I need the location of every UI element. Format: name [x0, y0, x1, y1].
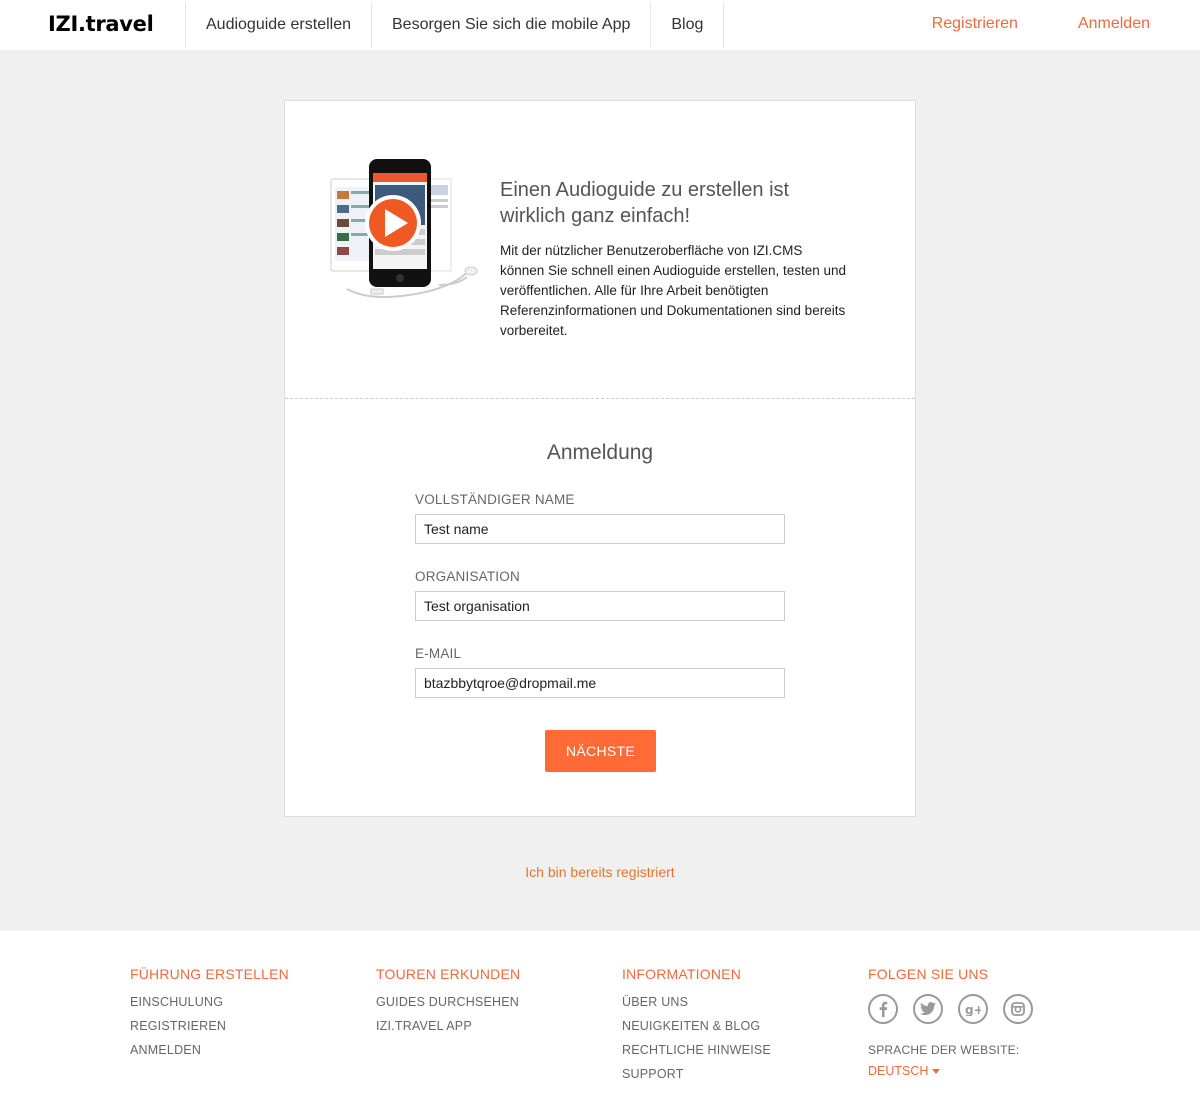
phone-with-play-icon [330, 159, 478, 298]
footer-link-news-blog[interactable]: NEUIGKEITEN & BLOG [622, 1018, 771, 1042]
footer-link-legal[interactable]: RECHTLICHE HINWEISE [622, 1042, 771, 1066]
footer-column-create: FÜHRUNG ERSTELLEN EINSCHULUNG REGISTRIER… [130, 966, 289, 1066]
main-nav: Audioguide erstellen Besorgen Sie sich d… [185, 2, 725, 48]
form-title: Anmeldung [546, 441, 654, 464]
footer: FÜHRUNG ERSTELLEN EINSCHULUNG REGISTRIER… [0, 931, 1200, 1118]
signup-card: Einen Audioguide zu erstellen ist wirkli… [284, 100, 916, 817]
social-links: g+ [868, 994, 1033, 1024]
language-value: DEUTSCH [868, 1064, 929, 1078]
caret-down-icon [932, 1069, 941, 1074]
language-label: SPRACHE DER WEBSITE: [868, 1043, 1020, 1057]
footer-link-training[interactable]: EINSCHULUNG [130, 994, 289, 1018]
section-divider [285, 398, 915, 399]
organisation-label: ORGANISATION [415, 569, 520, 584]
google-plus-icon[interactable]: g+ [958, 994, 988, 1024]
footer-link-login[interactable]: ANMELDEN [130, 1042, 289, 1066]
svg-text:g+: g+ [965, 1003, 981, 1016]
already-registered-link: Ich bin bereits registriert [0, 864, 1200, 880]
footer-column-explore: TOUREN ERKUNDEN GUIDES DURCHSEHEN IZI.TR… [376, 966, 520, 1042]
auth-links: Registrieren Anmelden [932, 15, 1150, 33]
promo-title: Einen Audioguide zu erstellen ist wirkli… [500, 179, 790, 227]
instagram-icon[interactable] [1003, 994, 1033, 1024]
footer-heading-follow: FOLGEN SIE UNS [868, 966, 989, 982]
nav-mobile-app[interactable]: Besorgen Sie sich die mobile App [371, 2, 650, 48]
next-button[interactable]: NÄCHSTE [545, 730, 656, 772]
organisation-input[interactable] [415, 591, 785, 621]
promo-description: Mit der nützlicher Benutzeroberfläche vo… [500, 243, 847, 338]
footer-column-follow: FOLGEN SIE UNS g+ SPRACHE DER WEBSITE: D… [868, 966, 1033, 1078]
footer-link-support[interactable]: SUPPORT [622, 1066, 771, 1090]
full-name-input[interactable] [415, 514, 785, 544]
footer-heading-explore: TOUREN ERKUNDEN [376, 966, 521, 982]
nav-create-audioguide[interactable]: Audioguide erstellen [185, 2, 371, 48]
register-link[interactable]: Registrieren [932, 15, 1018, 33]
nav-blog[interactable]: Blog [650, 2, 725, 48]
login-link[interactable]: Anmelden [1078, 15, 1150, 33]
footer-heading-info: INFORMATIONEN [622, 966, 742, 982]
footer-link-about[interactable]: ÜBER UNS [622, 994, 771, 1018]
full-name-label: VOLLSTÄNDIGER NAME [415, 492, 575, 507]
language-selector[interactable]: DEUTSCH [868, 1064, 1033, 1078]
email-input[interactable] [415, 668, 785, 698]
footer-column-info: INFORMATIONEN ÜBER UNS NEUIGKEITEN & BLO… [622, 966, 771, 1090]
twitter-icon[interactable] [913, 994, 943, 1024]
site-logo[interactable]: IZI.travel [48, 12, 154, 36]
top-header: IZI.travel Audioguide erstellen Besorgen… [0, 0, 1200, 50]
footer-link-browse-guides[interactable]: GUIDES DURCHSEHEN [376, 994, 520, 1018]
footer-link-register[interactable]: REGISTRIEREN [130, 1018, 289, 1042]
footer-link-app[interactable]: IZI.TRAVEL APP [376, 1018, 520, 1042]
facebook-icon[interactable] [868, 994, 898, 1024]
footer-heading-create: FÜHRUNG ERSTELLEN [130, 966, 289, 982]
email-label: E-MAIL [415, 646, 462, 661]
already-registered-text[interactable]: Ich bin bereits registriert [525, 864, 674, 880]
